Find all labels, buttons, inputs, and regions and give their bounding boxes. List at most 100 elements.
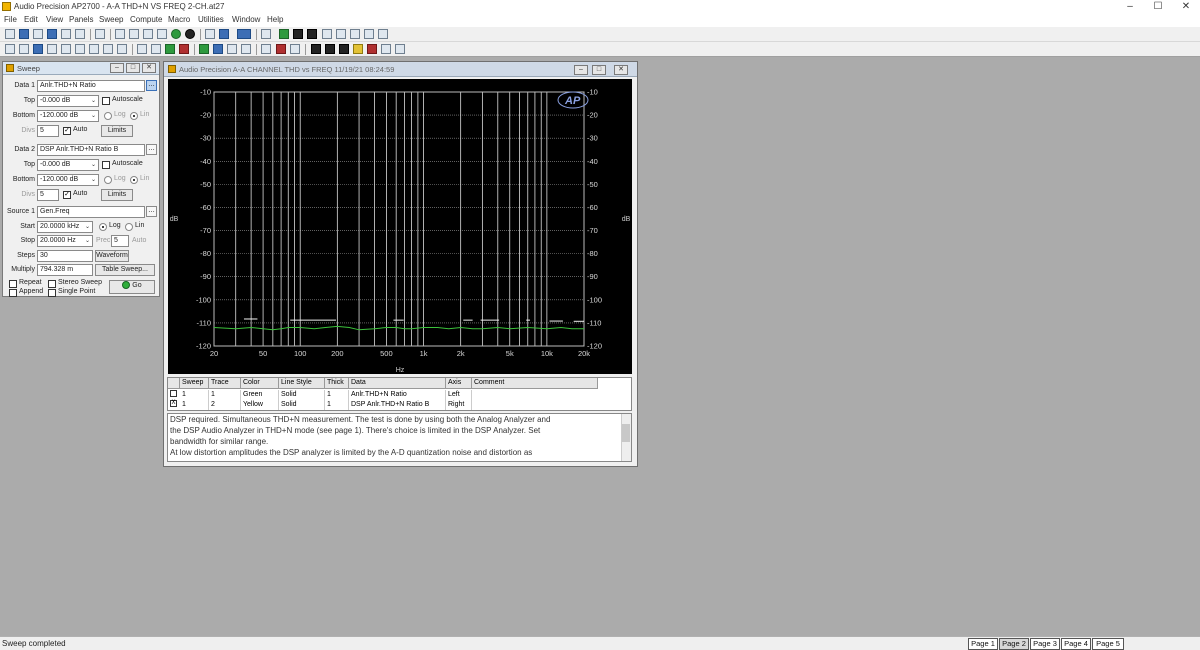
sweep-restore-button[interactable]: □ bbox=[126, 63, 140, 73]
single-point-checkbox[interactable] bbox=[48, 289, 56, 297]
data2-field[interactable]: DSP Anlr.THD+N Ratio B bbox=[37, 144, 145, 156]
channel-b-icon[interactable] bbox=[325, 44, 335, 54]
dropdown-arrow-icon[interactable]: ⌄ bbox=[89, 111, 98, 121]
stereo-sweep-checkbox[interactable] bbox=[48, 280, 56, 288]
col-sweep[interactable]: Sweep bbox=[180, 378, 209, 389]
go-icon[interactable] bbox=[171, 29, 181, 39]
row1-color[interactable]: Green bbox=[241, 390, 279, 400]
save-icon[interactable] bbox=[47, 29, 57, 39]
dropdown-arrow-icon[interactable]: ⌄ bbox=[89, 96, 98, 106]
divs1-field[interactable]: 5 bbox=[37, 125, 59, 137]
sweep-graph-icon[interactable] bbox=[237, 29, 251, 39]
table-sweep-button[interactable]: Table Sweep... bbox=[95, 264, 155, 276]
row2-data[interactable]: DSP Anlr.THD+N Ratio B bbox=[349, 400, 446, 410]
stop-field[interactable]: 20.0000 Hz ⌄ bbox=[37, 235, 93, 247]
graph-view-icon[interactable] bbox=[227, 44, 237, 54]
bottom2-field[interactable]: -120.000 dB ⌄ bbox=[37, 174, 99, 186]
dropdown-arrow-icon[interactable]: ⌄ bbox=[83, 236, 92, 246]
steps-field[interactable]: 30 bbox=[37, 250, 93, 262]
menu-utilities[interactable]: Utilities bbox=[198, 15, 224, 24]
go-button[interactable]: Go bbox=[109, 280, 155, 294]
open-test-icon[interactable] bbox=[33, 29, 43, 39]
autoscale2-checkbox[interactable] bbox=[102, 161, 110, 169]
source1-browse-button[interactable]: … bbox=[146, 206, 157, 217]
menu-edit[interactable]: Edit bbox=[24, 15, 38, 24]
dropdown-arrow-icon[interactable]: ⌄ bbox=[89, 175, 98, 185]
col-color[interactable]: Color bbox=[241, 378, 279, 389]
maximize-button[interactable]: ☐ bbox=[1144, 0, 1172, 14]
row1-axis[interactable]: Left bbox=[446, 390, 472, 400]
play-icon[interactable] bbox=[279, 29, 289, 39]
export-icon[interactable] bbox=[213, 44, 223, 54]
compute-icon[interactable] bbox=[137, 44, 147, 54]
page-tab-1[interactable]: Page 1 bbox=[968, 638, 998, 650]
pause-icon[interactable] bbox=[293, 29, 303, 39]
start-field[interactable]: 20.0000 kHz ⌄ bbox=[37, 221, 93, 233]
page-tab-5[interactable]: Page 5 bbox=[1092, 638, 1124, 650]
row1-thick[interactable]: 1 bbox=[325, 390, 349, 400]
append-checkbox[interactable] bbox=[9, 289, 17, 297]
fft-icon[interactable] bbox=[241, 44, 251, 54]
bank-d-icon[interactable] bbox=[395, 44, 405, 54]
row2-color[interactable]: Yellow bbox=[241, 400, 279, 410]
minimize-button[interactable]: – bbox=[1116, 0, 1144, 14]
top1-field[interactable]: -0.000 dB ⌄ bbox=[37, 95, 99, 107]
regulation-icon[interactable] bbox=[75, 44, 85, 54]
col-trace[interactable]: Trace bbox=[209, 378, 241, 389]
source-log-radio[interactable] bbox=[99, 223, 107, 231]
bank-b-icon[interactable] bbox=[367, 44, 377, 54]
waveform-button[interactable]: Waveform bbox=[95, 250, 129, 262]
cut-icon[interactable] bbox=[129, 29, 139, 39]
attach-icon[interactable] bbox=[276, 44, 286, 54]
edit-attach-icon[interactable] bbox=[290, 44, 300, 54]
graph-close-button[interactable]: ✕ bbox=[614, 65, 628, 75]
graph-icon[interactable] bbox=[205, 29, 215, 39]
stop-square-icon[interactable] bbox=[307, 29, 317, 39]
analyzer-panel-icon[interactable] bbox=[19, 44, 29, 54]
filter-icon[interactable] bbox=[151, 44, 161, 54]
lin1-radio[interactable] bbox=[130, 112, 138, 120]
col-thick[interactable]: Thick bbox=[325, 378, 349, 389]
row2-style[interactable]: Solid bbox=[279, 400, 325, 410]
digital-io-icon[interactable] bbox=[103, 44, 113, 54]
harmonic-icon[interactable] bbox=[165, 44, 175, 54]
open-file-icon[interactable] bbox=[19, 29, 29, 39]
new-file-icon[interactable] bbox=[5, 29, 15, 39]
autoscale1-checkbox[interactable] bbox=[102, 97, 110, 105]
macro-edit-icon[interactable] bbox=[364, 29, 374, 39]
dropdown-arrow-icon[interactable]: ⌄ bbox=[83, 222, 92, 232]
save-as-icon[interactable] bbox=[61, 29, 71, 39]
prec-field[interactable]: 5 bbox=[111, 235, 129, 247]
channel-a-icon[interactable] bbox=[311, 44, 321, 54]
menu-macro[interactable]: Macro bbox=[168, 15, 190, 24]
log2-radio[interactable] bbox=[104, 176, 112, 184]
close-button[interactable]: ✕ bbox=[1172, 0, 1200, 14]
sweep-minimize-button[interactable]: – bbox=[110, 63, 124, 73]
bank-a-icon[interactable] bbox=[353, 44, 363, 54]
menu-compute[interactable]: Compute bbox=[130, 15, 162, 24]
dsp-panel-icon[interactable] bbox=[89, 44, 99, 54]
page-tab-3[interactable]: Page 3 bbox=[1030, 638, 1060, 650]
dropdown-arrow-icon[interactable]: ⌄ bbox=[89, 160, 98, 170]
row2-checkbox[interactable]: X bbox=[170, 400, 177, 407]
menu-help[interactable]: Help bbox=[267, 15, 283, 24]
thd-plot[interactable]: -10-20-30-40-50-60-70-80-90-100-110-120 … bbox=[168, 79, 632, 374]
multiply-field[interactable]: 794.328 m bbox=[37, 264, 93, 276]
sweep-panel-icon[interactable] bbox=[33, 44, 43, 54]
settling-panel-icon[interactable] bbox=[47, 44, 57, 54]
menu-file[interactable]: File bbox=[4, 15, 17, 24]
copy-icon[interactable] bbox=[143, 29, 153, 39]
log1-radio[interactable] bbox=[104, 112, 112, 120]
comment-textbox[interactable]: DSP required. Simultaneous THD+N measure… bbox=[167, 413, 632, 462]
col-axis[interactable]: Axis bbox=[446, 378, 472, 389]
stop-icon[interactable] bbox=[185, 29, 195, 39]
top2-field[interactable]: -0.000 dB ⌄ bbox=[37, 159, 99, 171]
sync-icon[interactable] bbox=[117, 44, 127, 54]
col-data[interactable]: Data bbox=[349, 378, 446, 389]
row2-axis[interactable]: Right bbox=[446, 400, 472, 410]
row1-style[interactable]: Solid bbox=[279, 390, 325, 400]
col-comment[interactable]: Comment bbox=[472, 378, 598, 389]
macro-icon[interactable] bbox=[350, 29, 360, 39]
page-tab-2[interactable]: Page 2 bbox=[999, 638, 1029, 650]
optimize-icon[interactable] bbox=[261, 29, 271, 39]
